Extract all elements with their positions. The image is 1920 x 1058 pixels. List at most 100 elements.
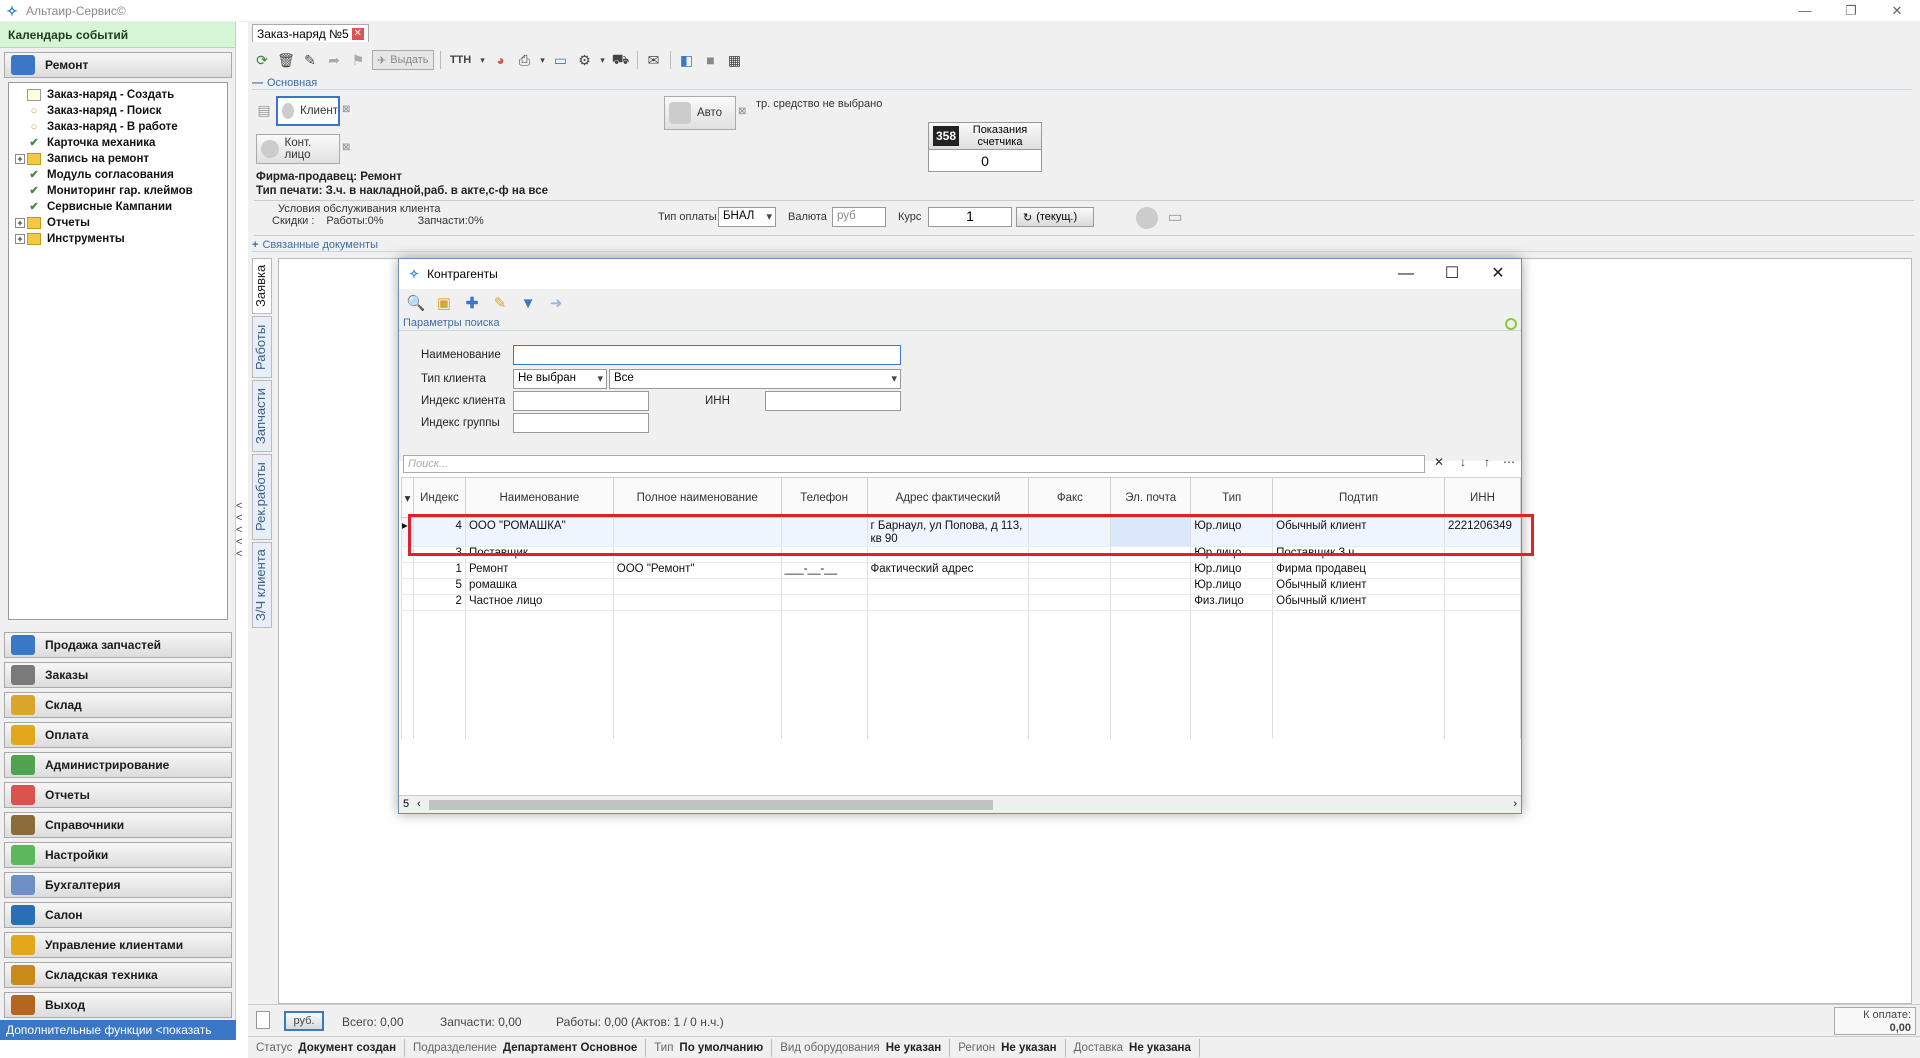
comment-icon[interactable]: ▭	[1164, 207, 1186, 229]
tab-parts[interactable]: Запчасти	[252, 380, 272, 452]
column-header[interactable]: Полное наименование	[612, 477, 782, 518]
nav-button[interactable]: Администрирование	[4, 752, 232, 778]
section-main-header[interactable]: — Основная	[252, 76, 1912, 90]
clear-auto-icon[interactable]: ⊠	[738, 106, 750, 120]
search-icon[interactable]: 🔍	[405, 292, 427, 314]
client-type-select[interactable]: Не выбран	[513, 369, 607, 389]
car-icon[interactable]: ⛟	[611, 50, 631, 70]
scrollbar-thumb[interactable]	[429, 800, 993, 810]
search-up-icon[interactable]: ↑	[1477, 455, 1497, 473]
inn-input[interactable]	[765, 391, 901, 411]
tree-item[interactable]: Заказ-наряд - Создать	[9, 87, 227, 103]
chevron-down-icon[interactable]: ▾	[599, 50, 607, 70]
contact-button[interactable]: Конт. лицо	[256, 134, 340, 164]
nav-button[interactable]: Настройки	[4, 842, 232, 868]
counter-widget[interactable]: 358 Показания счетчика 0	[928, 122, 1042, 174]
document-icon[interactable]	[256, 1011, 270, 1029]
tree-item[interactable]: ✔ Сервисные Кампании	[9, 199, 227, 215]
calendar-events[interactable]: Календарь событий	[0, 22, 235, 48]
window-icon[interactable]: ▭	[551, 50, 571, 70]
nav-button[interactable]: Склад	[4, 692, 232, 718]
currency-field[interactable]: руб	[832, 207, 886, 227]
tree-item[interactable]: + Запись на ремонт	[9, 151, 227, 167]
column-header[interactable]: Наименование	[464, 477, 614, 518]
nav-button[interactable]: Оплата	[4, 722, 232, 748]
column-header[interactable]: Тип	[1190, 477, 1274, 518]
table-row[interactable]: ▸ 4 ООО "РОМАШКА" г Барнаул, ул Попова, д 1…	[401, 517, 1522, 547]
column-header[interactable]: Подтип	[1272, 477, 1445, 518]
nav-button[interactable]: Заказы	[4, 662, 232, 688]
nav-button[interactable]: Отчеты	[4, 782, 232, 808]
group-index-input[interactable]	[513, 413, 649, 433]
current-rate-button[interactable]: ↻ (текущ.)	[1016, 207, 1094, 227]
chart-icon[interactable]: ◧	[677, 50, 697, 70]
chevron-down-icon[interactable]: ▾	[539, 50, 547, 70]
column-header[interactable]: ИНН	[1443, 477, 1522, 518]
search-down-icon[interactable]: ↓	[1453, 455, 1473, 473]
forward-icon[interactable]: ➦	[324, 50, 344, 70]
column-header[interactable]: Индекс	[412, 477, 466, 518]
tree-item[interactable]: ✔ Карточка механика	[9, 135, 227, 151]
column-header[interactable]: Факс	[1028, 477, 1112, 518]
nav-button[interactable]: Салон	[4, 902, 232, 928]
nav-button[interactable]: Справочники	[4, 812, 232, 838]
section-repair[interactable]: Ремонт	[4, 52, 232, 78]
currency-button[interactable]: руб.	[284, 1011, 324, 1031]
clear-contact-icon[interactable]: ⊠	[342, 142, 354, 156]
grid-search-input[interactable]: Поиск...	[403, 455, 1425, 473]
tree-item[interactable]: ○ Заказ-наряд - Поиск	[9, 103, 227, 119]
refresh-icon[interactable]: ⟳	[252, 50, 272, 70]
name-input[interactable]	[513, 345, 901, 365]
collapse-panel-chevrons[interactable]: < < < < <	[236, 500, 242, 560]
table-row[interactable]: 1 Ремонт ООО "Ремонт" ___-__-__ Фактический …	[401, 562, 1522, 579]
tab-client-parts[interactable]: З/Ч клиента	[252, 542, 272, 628]
arrow-right-icon[interactable]: ➜	[545, 292, 567, 314]
edit-icon[interactable]: ✎	[300, 50, 320, 70]
grey-square-icon[interactable]: ■	[701, 50, 721, 70]
issue-button[interactable]: ✈ Выдать	[372, 50, 434, 70]
edit-icon[interactable]: ✎	[489, 292, 511, 314]
nav-button[interactable]: Выход	[4, 992, 232, 1018]
tab-request[interactable]: Заявка	[252, 258, 272, 314]
table-row[interactable]: 2 Частное лицо Физ.лицо Обычный клиент	[401, 594, 1522, 611]
dialog-close-button[interactable]: ✕	[1475, 259, 1521, 289]
scroll-left-icon[interactable]: ‹	[417, 798, 421, 810]
select-icon[interactable]: ▼	[517, 292, 539, 314]
client-index-input[interactable]	[513, 391, 649, 411]
dialog-minimize-button[interactable]: —	[1383, 259, 1429, 289]
table-row[interactable]: 5 ромашка Юр.лицо Обычный клиент	[401, 578, 1522, 595]
column-header[interactable]: Телефон	[780, 477, 868, 518]
expand-node-icon[interactable]: +	[15, 218, 25, 228]
tab-recommended-works[interactable]: Рек.работы	[252, 454, 272, 540]
color-wheel-icon[interactable]: ◕	[491, 50, 511, 70]
print-icon[interactable]: ⎙	[515, 50, 535, 70]
group-icon[interactable]: ⚙	[575, 50, 595, 70]
nav-button[interactable]: Управление клиентами	[4, 932, 232, 958]
expand-node-icon[interactable]: +	[15, 154, 25, 164]
close-button[interactable]: ✕	[1874, 0, 1920, 22]
additional-functions[interactable]: Дополнительные функции <показать	[0, 1020, 236, 1040]
auto-button[interactable]: Авто	[664, 96, 736, 130]
expand-node-icon[interactable]: +	[15, 234, 25, 244]
rate-field[interactable]: 1	[928, 207, 1012, 227]
tree-item[interactable]: ✔ Мониторинг гар. клеймов	[9, 183, 227, 199]
pay-type-select[interactable]: БНАЛ	[718, 207, 776, 227]
tree-item[interactable]: + Инструменты	[9, 231, 227, 247]
tree-item[interactable]: ○ Заказ-наряд - В работе	[9, 119, 227, 135]
tab-order[interactable]: Заказ-наряд №5 ✕	[252, 24, 369, 42]
scroll-right-icon[interactable]: ›	[1513, 798, 1517, 810]
minimize-button[interactable]: —	[1782, 0, 1828, 22]
client-card-icon[interactable]: ▤	[254, 100, 274, 120]
column-header[interactable]: Адрес фактический	[866, 477, 1030, 518]
add-icon[interactable]: ✚	[461, 292, 483, 314]
nav-button[interactable]: Продажа запчастей	[4, 632, 232, 658]
client-button[interactable]: Клиент	[276, 96, 340, 126]
clear-client-icon[interactable]: ⊠	[342, 104, 354, 118]
horizontal-scrollbar[interactable]: 5 ‹ ›	[399, 795, 1521, 813]
mail-icon[interactable]: ✉	[644, 50, 664, 70]
ttn-button[interactable]: ТТН	[447, 50, 475, 70]
refresh-list-icon[interactable]: ▣	[433, 292, 455, 314]
table-row[interactable]: 3 Поставщик Юр.лицо Поставщик З.ч.	[401, 546, 1522, 563]
filter-dropdown-icon[interactable]: ▾	[401, 477, 414, 518]
tree-item[interactable]: ✔ Модуль согласования	[9, 167, 227, 183]
